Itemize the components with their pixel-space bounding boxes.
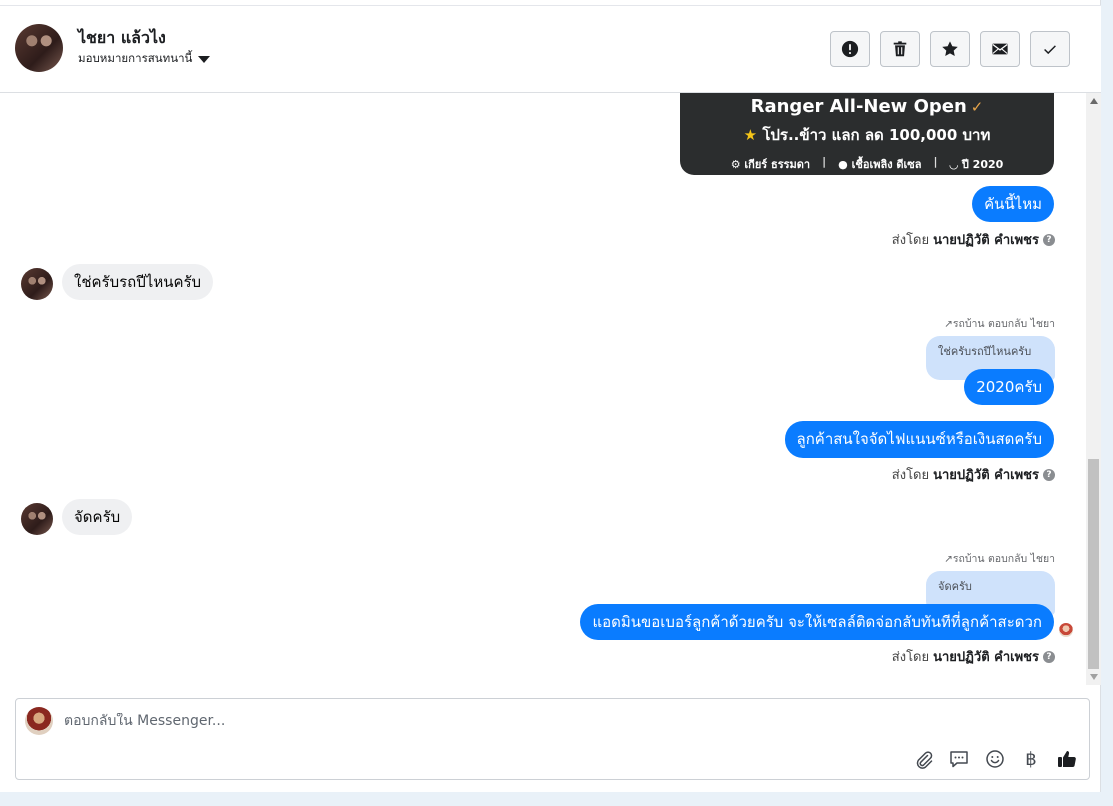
reply-input[interactable] [64,713,864,729]
reply-arrow-icon: ↗ [944,553,953,565]
contact-avatar [21,268,53,300]
help-icon[interactable]: ? [1043,650,1055,663]
mark-unread-button[interactable] [980,31,1020,67]
verified-icon: ✓ [970,98,984,116]
assign-conversation-dropdown[interactable]: มอบหมายการสนทนานี้ [78,50,211,68]
gear-icon: ⚙ [730,158,741,171]
spec-fuel: เชื้อเพลิง ดีเซล [851,158,922,171]
divider: | [822,155,827,168]
emoji-button[interactable] [985,749,1005,769]
envelope-icon [992,43,1008,55]
attach-button[interactable] [913,749,933,769]
message-thread[interactable]: Ranger All-New Open ✓ ★ โปร..ข้าว แลก ลด … [0,93,1086,685]
scroll-down-arrow-icon[interactable] [1090,674,1098,680]
page-avatar [25,707,53,735]
payment-button[interactable]: ฿ [1021,748,1041,770]
help-icon[interactable]: ? [1043,233,1055,246]
outgoing-message[interactable]: 2020ครับ [964,369,1054,405]
star-icon [942,41,958,57]
sent-by-label: ส่งโดย นายปฏิวัติ คำเพชร ? [892,464,1055,485]
alert-icon [841,40,859,58]
baht-icon: ฿ [1025,748,1037,770]
fuel-drop-icon: ● [838,158,848,171]
incoming-message[interactable]: จัดครับ [62,499,133,535]
contact-avatar[interactable] [15,24,63,72]
reply-meta: ↗รถบ้าน ตอบกลับ ไชยา [944,553,1055,565]
spec-gear: เกียร์ ธรรมดา [744,158,811,171]
reply-composer: ฿ [15,698,1090,780]
saved-replies-button[interactable] [949,749,969,769]
reply-arrow-icon: ↗ [944,318,953,330]
mark-spam-button[interactable] [830,31,870,67]
emoji-icon [986,750,1004,768]
incoming-message[interactable]: ใช่ครับรถปีไหนครับ [62,264,214,300]
caret-down-icon [198,56,211,63]
check-icon [1044,45,1056,55]
thread-scrollbar[interactable] [1086,93,1101,685]
assign-label: มอบหมายการสนทนานี้ [78,51,193,65]
trash-icon [893,41,907,57]
contact-avatar [21,503,53,535]
sender-name: นายปฏิวัติ คำเพชร [933,468,1039,483]
sender-name: นายปฏิวัติ คำเพชร [933,233,1039,248]
composer-tools: ฿ [913,748,1077,770]
card-title: Ranger All-New Open [750,96,967,117]
spec-year: ปี 2020 [961,158,1004,171]
scroll-thumb[interactable] [1088,459,1099,669]
conversation-header: ไชยา แล้วไง มอบหมายการสนทนานี้ [0,5,1101,93]
help-icon[interactable]: ? [1043,468,1055,481]
gauge-icon: ◡ [949,158,959,171]
sent-by-label: ส่งโดย นายปฏิวัติ คำเพชร ? [892,229,1055,250]
vehicle-card[interactable]: Ranger All-New Open ✓ ★ โปร..ข้าว แลก ลด … [680,93,1054,175]
star-button[interactable] [930,31,970,67]
delete-button[interactable] [880,31,920,67]
outgoing-message[interactable]: คันนี้ไหม [972,186,1054,222]
divider: | [933,155,938,168]
chat-bubble-icon [950,751,968,768]
paperclip-icon [916,751,933,769]
like-button[interactable] [1057,749,1077,769]
mark-done-button[interactable] [1030,31,1070,67]
outgoing-message[interactable]: ลูกค้าสนใจจัดไฟแนนซ์หรือเงินสดครับ [784,421,1054,458]
outgoing-message[interactable]: แอดมินขอเบอร์ลูกค้าด้วยครับ จะให้เซลล์ติ… [580,604,1054,640]
contact-name[interactable]: ไชยา แล้วไง [78,26,166,51]
reply-meta: ↗รถบ้าน ตอบกลับ ไชยา [944,318,1055,330]
thumbs-up-icon [1058,751,1076,768]
sender-name: นายปฏิวัติ คำเพชร [933,650,1039,665]
scroll-up-arrow-icon[interactable] [1090,98,1098,104]
star-icon: ★ [743,126,758,144]
card-specs: ⚙ เกียร์ ธรรมดา | ● เชื้อเพลิง ดีเซล | ◡… [680,155,1054,173]
card-promo: โปร..ข้าว แลก ลด 100,000 บาท [762,126,991,144]
seen-avatar [1059,623,1073,637]
sent-by-label: ส่งโดย นายปฏิวัติ คำเพชร ? [892,646,1055,667]
header-actions [830,31,1070,67]
conversation-panel: ไชยา แล้วไง มอบหมายการสนทนานี้ Ranger Al… [0,0,1101,792]
